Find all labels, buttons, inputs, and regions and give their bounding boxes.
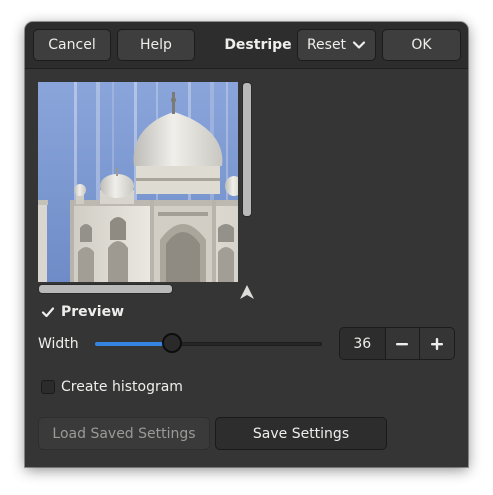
header-bar: Cancel Help Destripe Reset OK <box>25 22 468 69</box>
preview-label: Preview <box>61 304 125 320</box>
save-settings-label: Save Settings <box>252 425 350 442</box>
destripe-dialog: Cancel Help Destripe Reset OK Preview Wi… <box>25 22 468 467</box>
reset-button-label: Reset <box>306 37 347 53</box>
dialog-title: Destripe <box>224 37 292 53</box>
cancel-button-label: Cancel <box>48 37 96 53</box>
width-label: Width <box>38 336 79 352</box>
cancel-button[interactable]: Cancel <box>33 29 111 61</box>
histogram-label: Create histogram <box>61 379 183 395</box>
load-saved-settings-label: Load Saved Settings <box>52 425 196 442</box>
width-slider-fill <box>95 342 173 346</box>
width-slider-knob[interactable] <box>162 333 183 353</box>
help-button[interactable]: Help <box>117 29 195 61</box>
navigate-arrow-icon[interactable] <box>239 284 255 300</box>
minus-icon <box>396 342 409 345</box>
reset-button[interactable]: Reset <box>297 29 376 61</box>
width-increment-button[interactable] <box>419 328 454 359</box>
plus-icon <box>431 337 444 350</box>
chevron-down-icon <box>352 41 366 49</box>
ok-button[interactable]: OK <box>382 29 461 61</box>
preview-image <box>38 82 238 282</box>
histogram-checkbox[interactable] <box>41 380 55 394</box>
help-button-label: Help <box>140 37 172 53</box>
preview-toggle[interactable]: Preview <box>41 304 124 320</box>
save-settings-button[interactable]: Save Settings <box>215 417 387 450</box>
load-saved-settings-button[interactable]: Load Saved Settings <box>38 417 210 450</box>
preview-checkbox[interactable] <box>41 305 55 319</box>
width-spinbutton: 36 <box>339 327 455 360</box>
checkmark-icon <box>41 307 55 318</box>
width-decrement-button[interactable] <box>384 328 420 359</box>
width-value-input[interactable]: 36 <box>340 328 385 359</box>
preview-horizontal-scrollbar[interactable] <box>38 284 173 294</box>
image-preview[interactable] <box>38 82 238 282</box>
preview-vertical-scrollbar[interactable] <box>242 82 252 217</box>
ok-button-label: OK <box>411 37 432 53</box>
histogram-toggle[interactable]: Create histogram <box>41 379 183 395</box>
